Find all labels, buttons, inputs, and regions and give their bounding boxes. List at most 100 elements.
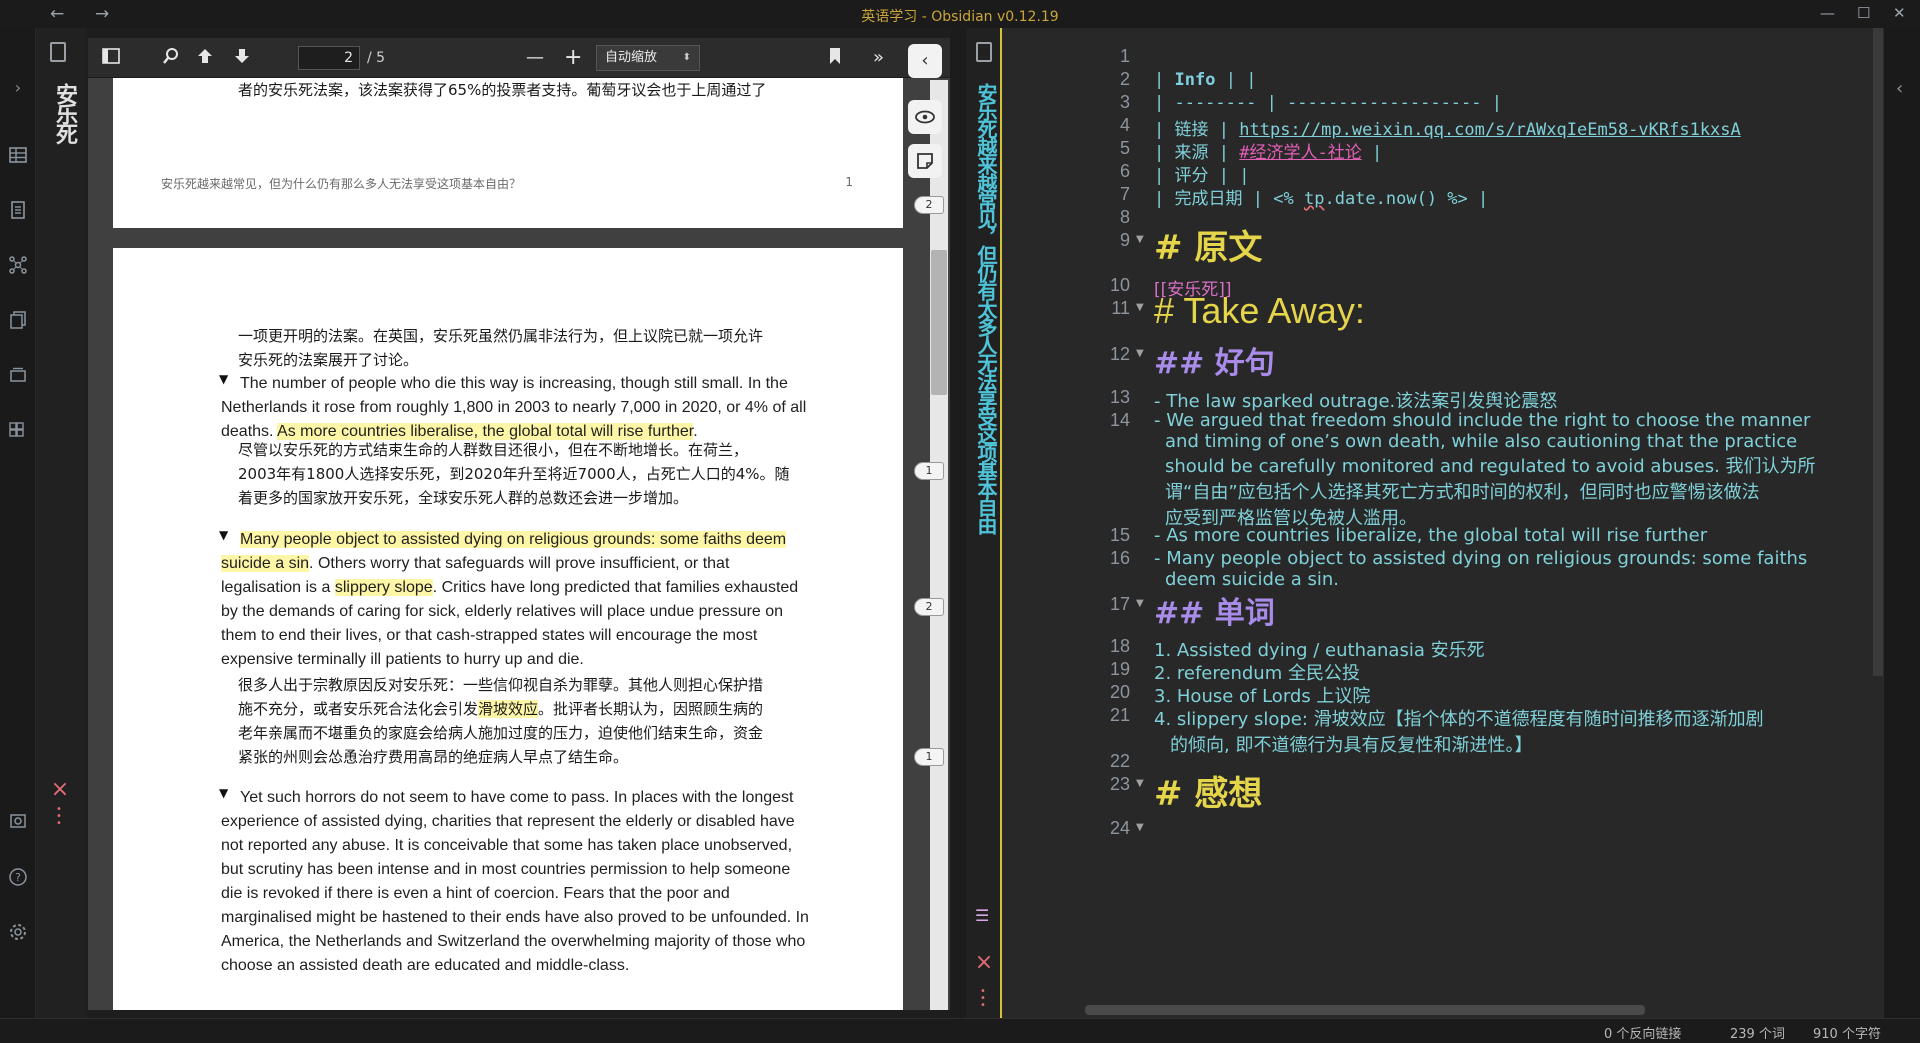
more-options-icon[interactable]: • • • [55, 805, 63, 829]
line-number: 10 [1109, 275, 1130, 295]
editor-line[interactable]: 14 - We argued that freedom should includ… [1002, 410, 1872, 529]
title-bar: ← → 英语学习 - Obsidian v0.12.19 — ☐ ✕ [0, 0, 1920, 28]
editor-line[interactable]: 12 ▼ ## 好句 [1002, 344, 1872, 381]
text-line: 老年亲属而不堪重负的家庭会给病人施加过度的压力，迫使他们结束生命，资金 [238, 724, 764, 742]
help-icon[interactable]: ? [8, 867, 28, 887]
document-icon[interactable] [50, 42, 66, 62]
collapse-triangle-icon[interactable]: ▼ [219, 528, 228, 542]
annotation-marker[interactable]: 1 [914, 462, 944, 480]
editor-line[interactable]: 9 ▼ # 原文 [1002, 228, 1872, 268]
left-tab-strip: 安乐死 × • • • [36, 28, 86, 1018]
note-icon[interactable] [908, 144, 942, 178]
document-icon[interactable] [976, 42, 992, 62]
pdf-viewport[interactable]: 者的安乐死法案，该法案获得了65%的投票者支持。葡萄牙议会也于上周通过了 安乐死… [88, 78, 950, 1010]
editor-line[interactable]: 17 ▼ ## 单词 [1002, 594, 1872, 631]
editor-scrollbar[interactable] [1873, 28, 1883, 676]
highlight-span[interactable]: 滑坡效应 [478, 700, 539, 718]
close-button[interactable]: ✕ [1893, 4, 1906, 22]
line-number: 6 [1119, 161, 1130, 181]
pane-divider[interactable] [950, 28, 966, 1018]
zoom-select[interactable]: 自动缩放 ⬍ [596, 45, 700, 71]
more-options-icon[interactable]: • • • [979, 987, 987, 1011]
fold-arrow-icon[interactable]: ▼ [1136, 598, 1144, 609]
file-list-icon[interactable] [8, 200, 28, 220]
editor-line[interactable]: 16 - Many people object to assisted dying… [1002, 548, 1872, 590]
right-tab-title[interactable]: 安乐死越来越常见，但仍有太多人无法享受这项基本自由 [972, 83, 1001, 533]
left-ribbon: › ? [0, 28, 36, 1018]
line-content: # 感想 [1154, 774, 1262, 823]
editor-line[interactable]: 11 ▼ # Take Away: [1002, 290, 1872, 331]
close-tab-icon[interactable]: × [50, 779, 70, 801]
annotation-marker[interactable]: 1 [914, 748, 944, 766]
bookmark-icon[interactable] [828, 47, 842, 69]
line-number: 22 [1109, 751, 1130, 771]
expand-sidebar-icon[interactable]: › [8, 78, 28, 98]
editor-line[interactable]: 23 ▼ # 感想 [1002, 774, 1872, 814]
find-icon[interactable] [162, 47, 180, 69]
backlinks-count[interactable]: 0 个反向链接 [1604, 1023, 1681, 1042]
maximize-button[interactable]: ☐ [1857, 4, 1870, 22]
text-span: . Critics have long predicted that famil… [432, 579, 799, 596]
markdown-editor[interactable]: 1 2 | Info | | 3 | -------- | --------------… [1002, 28, 1883, 1018]
page-number-input[interactable]: 2 [298, 46, 360, 70]
annotation-marker[interactable]: 2 [914, 598, 944, 616]
fold-arrow-icon[interactable]: ▼ [1136, 778, 1144, 789]
pdf-scroll-thumb[interactable] [931, 250, 947, 395]
highlight-span[interactable]: slippery slope [334, 579, 433, 596]
sidebar-toggle-icon[interactable] [102, 47, 120, 69]
en-paragraph-2: ▼ Many people object to assisted dying o… [219, 528, 799, 672]
line-content: | 链接 | https://mp.weixin.qq.com/s/rAWxqI… [1154, 120, 1741, 140]
zoom-out-icon[interactable]: — [526, 47, 544, 69]
editor-horizontal-scrollbar[interactable] [1085, 1005, 1645, 1015]
template-open: <% [1273, 189, 1294, 209]
text-line: them to end their lives, or that cash-st… [221, 627, 758, 644]
eye-icon[interactable] [908, 100, 942, 134]
annotation-marker[interactable]: 2 [914, 196, 944, 214]
line-content: | Info | | [1154, 70, 1257, 90]
vault-icon[interactable] [8, 811, 28, 831]
word-1: 1. Assisted dying / euthanasia 安乐死 [1154, 640, 1485, 661]
copy-files-icon[interactable] [8, 310, 28, 330]
line-number: 4 [1119, 115, 1130, 135]
fold-arrow-icon[interactable]: ▼ [1136, 234, 1144, 245]
expand-right-sidebar-icon[interactable]: ‹ [1896, 78, 1903, 99]
collapse-triangle-icon[interactable]: ▼ [219, 786, 228, 800]
pdf-scrollbar[interactable] [930, 80, 948, 1010]
table-icon[interactable] [8, 145, 28, 165]
close-tab-icon[interactable]: × [974, 952, 994, 974]
highlight-span[interactable]: Many people object to assisted dying on … [240, 531, 787, 548]
text-line: 谓“自由”应包括个人选择其死亡方式和时间的权利，但同时也应警惕该做法 [1165, 482, 1760, 503]
zh-paragraph-3: 很多人出于宗教原因反对安乐死：一些信仰视自杀为罪孽。其他人则担心保护措 施不充分… [238, 673, 763, 769]
outline-icon[interactable]: ☰ [975, 906, 989, 925]
line-number: 24 [1109, 818, 1130, 838]
tools-chevron-icon[interactable]: » [873, 47, 884, 69]
source-tag[interactable]: #经济学人-社论 [1239, 143, 1361, 163]
editor-line[interactable]: 24 ▼ [1002, 818, 1872, 846]
left-tab-title[interactable]: 安乐死 [48, 83, 80, 143]
plugins-grid-icon[interactable] [8, 420, 28, 440]
source-url-link[interactable]: https://mp.weixin.qq.com/s/rAWxqIeEm58-v… [1239, 120, 1741, 140]
cards-icon[interactable] [8, 365, 28, 385]
text-line: choose an assisted death are educated an… [221, 957, 630, 974]
fold-arrow-icon[interactable]: ▼ [1136, 822, 1144, 833]
line-content: - As more countries liberalize, the glob… [1154, 525, 1708, 546]
text-line: deem suicide a sin. [1165, 569, 1339, 590]
collapse-chevron-icon[interactable]: ‹ [908, 44, 942, 78]
table-separator: | -------- | ------------------- | [1154, 93, 1502, 113]
editor-line[interactable]: 21 4. slippery slope: 滑坡效应【指个体的不道德程度有随时间推… [1002, 705, 1872, 756]
graph-view-icon[interactable] [8, 255, 28, 275]
line-content: ## 单词 [1154, 596, 1275, 631]
zoom-in-icon[interactable]: + [564, 47, 582, 69]
highlight-span[interactable]: suicide a sin [221, 555, 310, 572]
zoom-select-value: 自动缩放 [605, 50, 658, 65]
fold-arrow-icon[interactable]: ▼ [1136, 348, 1144, 359]
collapse-triangle-icon[interactable]: ▼ [219, 372, 228, 386]
good-sentence-4: Many people object to assisted dying on … [1166, 548, 1808, 569]
text-line: 一项更开明的法案。在英国，安乐死虽然仍属非法行为，但上议院已就一项允许 [238, 327, 764, 345]
next-page-icon[interactable] [233, 47, 251, 69]
page1-footer: 安乐死越来越常见，但为什么仍有那么多人无法享受这项基本自由？ [161, 177, 522, 191]
fold-arrow-icon[interactable]: ▼ [1136, 302, 1144, 313]
previous-page-icon[interactable] [196, 47, 214, 69]
minimize-button[interactable]: — [1820, 4, 1835, 22]
settings-gear-icon[interactable] [8, 922, 28, 942]
